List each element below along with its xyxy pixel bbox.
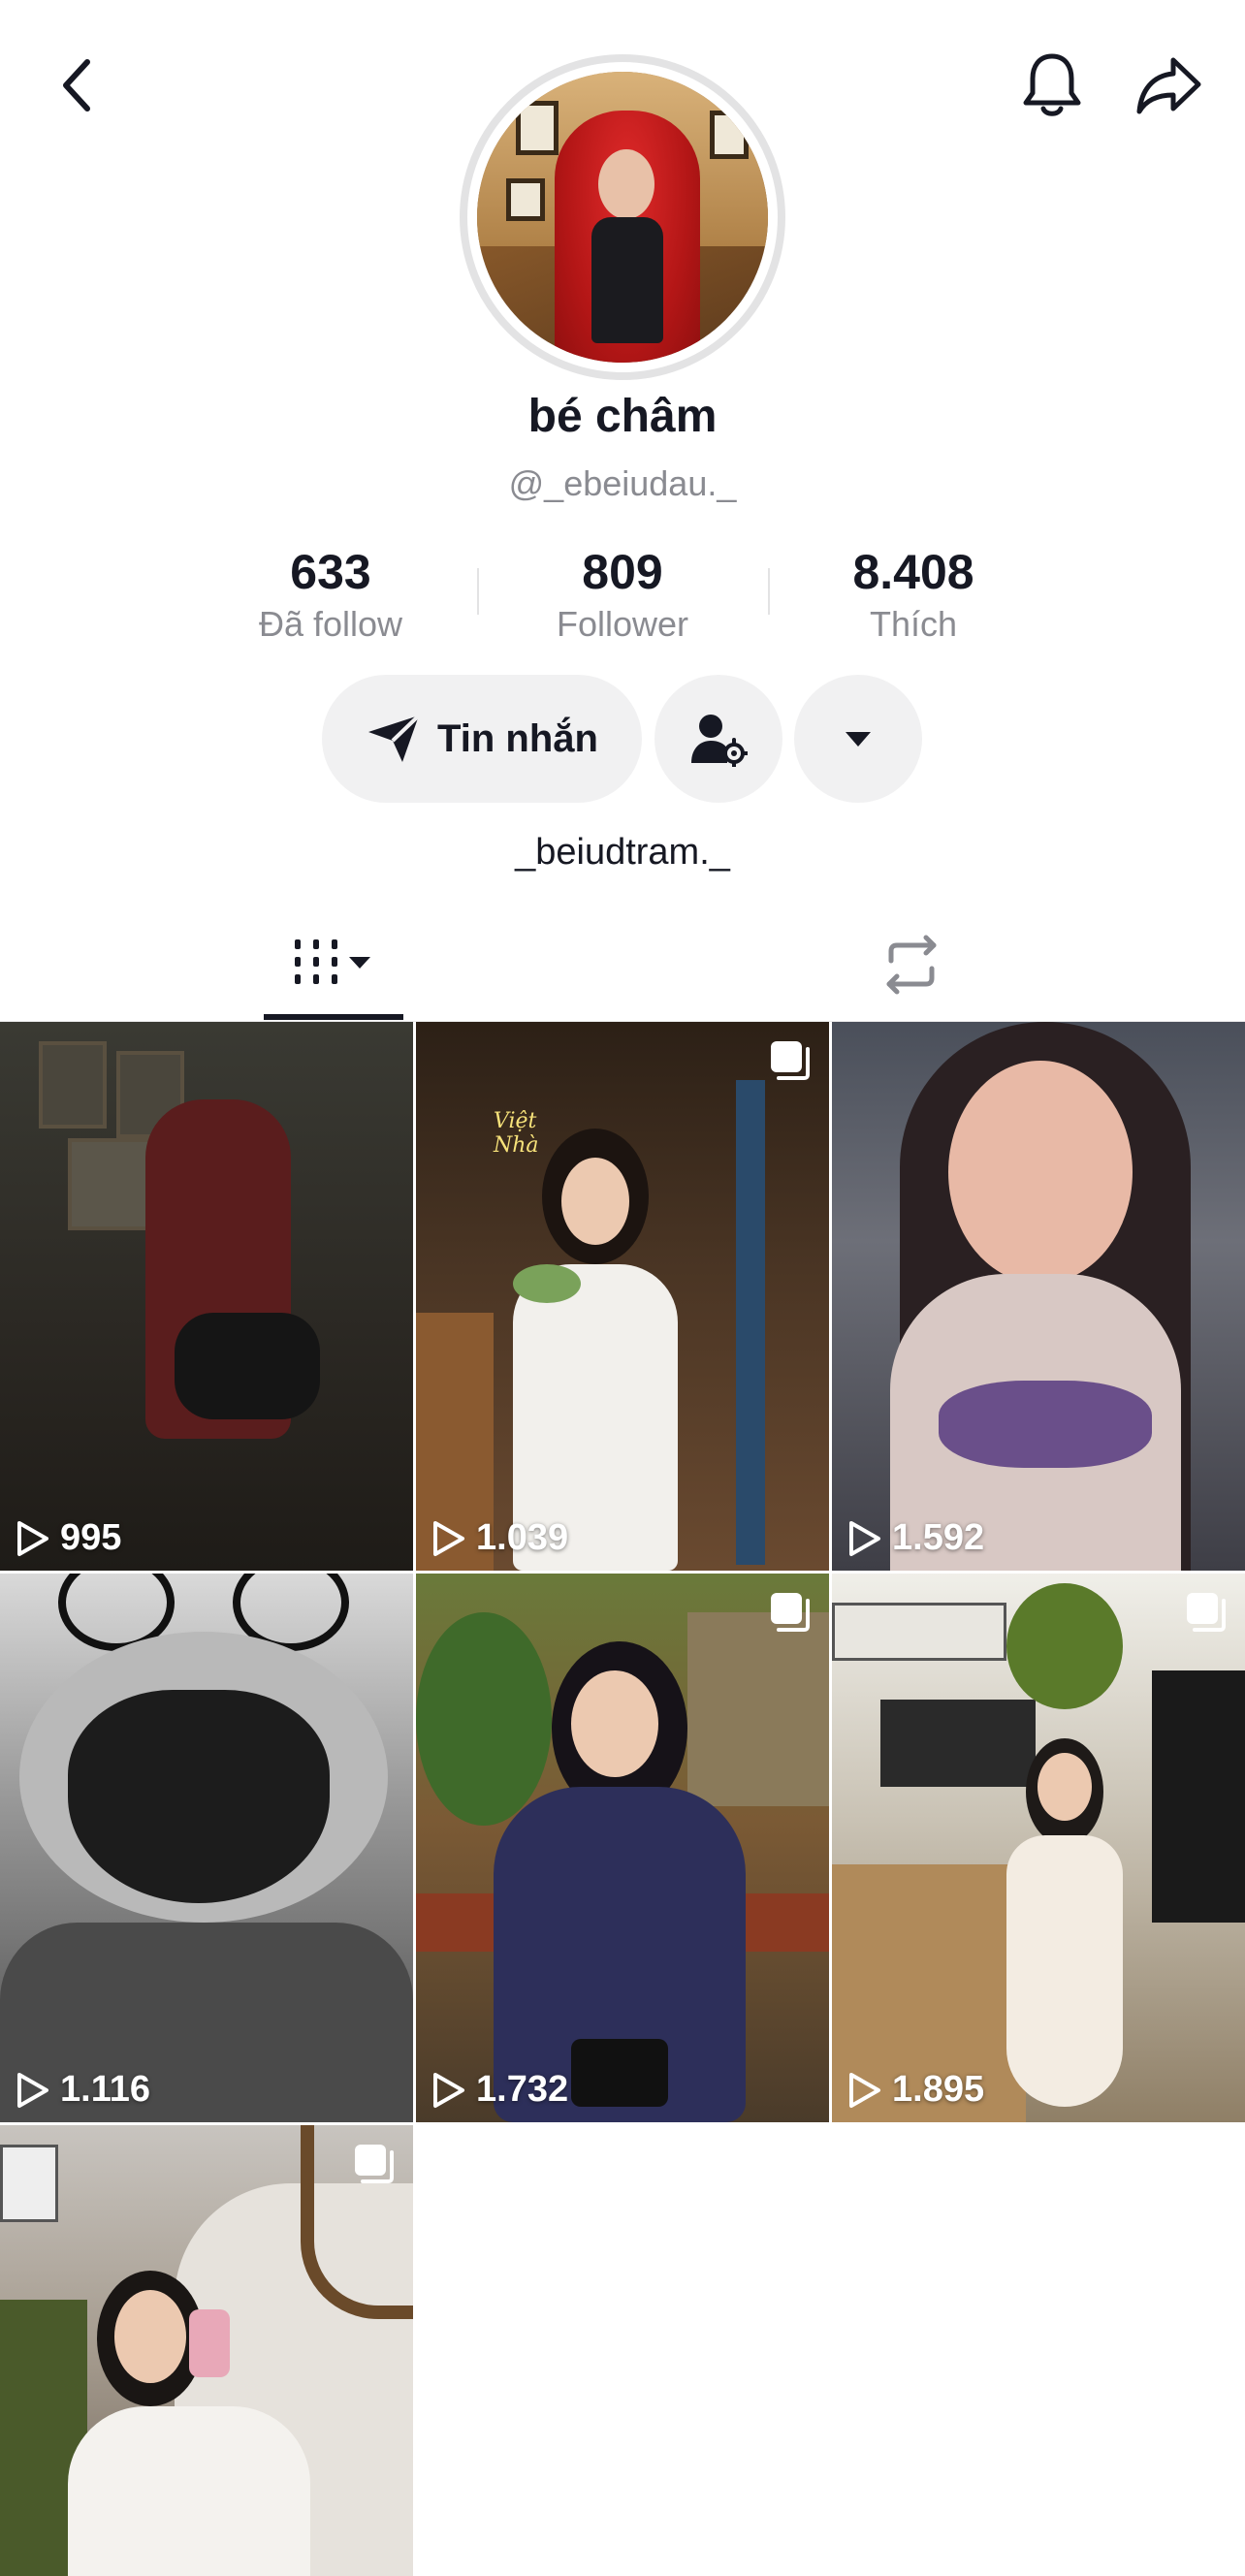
send-icon bbox=[368, 714, 421, 762]
tab-reposts[interactable] bbox=[842, 907, 981, 1022]
grid-icon bbox=[295, 939, 370, 984]
stat-likes-count: 8.408 bbox=[852, 545, 974, 599]
video-view-count: 1.895 bbox=[847, 2069, 984, 2111]
multi-photo-icon bbox=[769, 1039, 812, 1082]
video-thumbnail bbox=[0, 1022, 413, 1571]
stat-following-count: 633 bbox=[290, 545, 371, 599]
multi-photo-icon bbox=[769, 1591, 812, 1634]
bell-icon bbox=[1023, 53, 1081, 116]
video-view-count-text: 1.116 bbox=[60, 2069, 150, 2110]
video-view-count-text: 1.039 bbox=[476, 1517, 569, 1558]
play-icon bbox=[849, 1520, 880, 1556]
video-tile[interactable]: 1.592 bbox=[832, 1022, 1245, 1571]
message-button[interactable]: Tin nhắn bbox=[322, 675, 642, 803]
video-thumbnail bbox=[0, 2125, 413, 2576]
profile-actions: Tin nhắn bbox=[0, 675, 1245, 805]
video-view-count-text: 1.732 bbox=[476, 2069, 569, 2110]
more-options-button[interactable] bbox=[794, 675, 922, 803]
stat-followers-count: 809 bbox=[582, 545, 663, 599]
multi-photo-icon bbox=[353, 2143, 396, 2185]
play-icon bbox=[17, 1520, 48, 1556]
stat-followers[interactable]: 809 Follower bbox=[496, 541, 749, 646]
video-thumbnail bbox=[0, 1574, 413, 2122]
share-button[interactable] bbox=[1125, 39, 1212, 132]
active-tab-indicator bbox=[264, 1014, 403, 1020]
repost-icon bbox=[886, 935, 937, 995]
video-tile[interactable]: 1.732 bbox=[416, 1574, 829, 2122]
caret-down-icon bbox=[846, 732, 871, 747]
stat-likes[interactable]: 8.408 Thích bbox=[787, 541, 1039, 646]
video-tile[interactable]: Việt Nhà 1.039 bbox=[416, 1022, 829, 1571]
profile-name: bé châm bbox=[527, 391, 718, 442]
play-icon bbox=[849, 2072, 880, 2108]
back-button[interactable] bbox=[39, 39, 116, 132]
avatar[interactable] bbox=[460, 54, 785, 380]
video-thumbnail bbox=[832, 1574, 1245, 2122]
notification-button[interactable] bbox=[1008, 39, 1096, 132]
stat-following[interactable]: 633 Đã follow bbox=[205, 541, 457, 646]
user-settings-icon bbox=[691, 715, 748, 767]
multi-photo-icon bbox=[1185, 1591, 1228, 1634]
video-thumbnail bbox=[416, 1574, 829, 2122]
avatar-image bbox=[477, 72, 768, 363]
video-view-count-text: 1.895 bbox=[892, 2069, 985, 2110]
video-thumbnail: Việt Nhà bbox=[416, 1022, 829, 1571]
video-view-count: 1.116 bbox=[16, 2069, 150, 2111]
profile-bio: _beiudtram._ bbox=[515, 832, 730, 873]
play-icon bbox=[17, 2072, 48, 2108]
stat-followers-label: Follower bbox=[556, 604, 689, 644]
profile-stats: 633 Đã follow 809 Follower 8.408 Thích bbox=[0, 541, 1245, 648]
play-icon bbox=[433, 1520, 464, 1556]
stat-likes-label: Thích bbox=[869, 604, 958, 644]
video-view-count: 1.592 bbox=[847, 1517, 984, 1559]
video-view-count: 1.732 bbox=[431, 2069, 568, 2111]
chevron-left-icon bbox=[63, 59, 90, 111]
stat-divider bbox=[477, 568, 479, 615]
profile-handle: @_ebeiudau._ bbox=[508, 463, 737, 503]
friend-settings-button[interactable] bbox=[654, 675, 782, 803]
video-view-count: 1.039 bbox=[431, 1517, 568, 1559]
video-thumbnail bbox=[832, 1022, 1245, 1571]
video-tile[interactable] bbox=[0, 2125, 413, 2576]
share-arrow-icon bbox=[1136, 57, 1201, 114]
video-view-count-text: 995 bbox=[60, 1517, 122, 1558]
video-tile[interactable]: 1.895 bbox=[832, 1574, 1245, 2122]
profile-tabs bbox=[0, 907, 1245, 1022]
play-icon bbox=[433, 2072, 464, 2108]
video-view-count: 995 bbox=[16, 1517, 121, 1559]
video-tile[interactable]: 995 bbox=[0, 1022, 413, 1571]
tab-videos[interactable] bbox=[264, 907, 403, 1022]
stat-divider bbox=[768, 568, 770, 615]
video-tile[interactable]: 1.116 bbox=[0, 1574, 413, 2122]
message-button-label: Tin nhắn bbox=[437, 716, 598, 760]
video-view-count-text: 1.592 bbox=[892, 1517, 985, 1558]
stat-following-label: Đã follow bbox=[258, 604, 403, 644]
